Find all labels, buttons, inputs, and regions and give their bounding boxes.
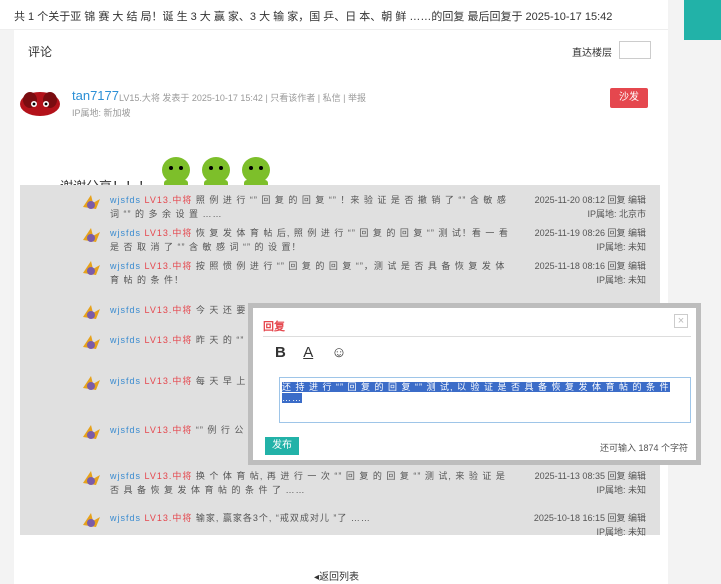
- reply-level: LV13.中将: [144, 228, 193, 238]
- reply-level: LV13.中将: [144, 425, 193, 435]
- reply-ip: IP属地: 未知: [596, 527, 646, 537]
- side-accent-block: [684, 0, 721, 40]
- reply-level: LV13.中将: [144, 305, 193, 315]
- reply-body: wjsfds LV13.中将 照 例 进 行 “” 回 复 的 回 复 “” ！…: [110, 193, 510, 223]
- dialog-divider: [263, 336, 691, 337]
- remaining-chars: 还可输入 1874 个字符: [599, 443, 688, 453]
- reply-body: wjsfds LV13.中将 恢 复 发 体 育 帖 后, 照 例 进 行 “”…: [110, 226, 510, 256]
- reply-username[interactable]: wjsfds: [110, 305, 141, 315]
- reply-body: wjsfds LV13.中将 换 个 体 育 帖, 再 进 行 一 次 “” 回…: [110, 469, 510, 499]
- reply-time: 2025-11-20 08:12: [534, 195, 605, 205]
- emoji-icon[interactable]: ☺: [331, 344, 346, 361]
- reply-actions[interactable]: 回复 编辑: [607, 195, 646, 205]
- reply-body: wjsfds LV13.中将 按 照 惯 例 进 行 “” 回 复 的 回 复 …: [110, 259, 510, 289]
- comment-title: 评论: [28, 45, 53, 59]
- reply-username[interactable]: wjsfds: [110, 425, 141, 435]
- thread-summary: 共 1 个关于亚 锦 赛 大 结 局！诞 生 3 大 赢 家、3 大 输 家，国…: [0, 0, 668, 30]
- reply-meta: 2025-11-19 08:26 回复 编辑 IP属地: 未知: [535, 226, 646, 254]
- reply-avatar[interactable]: [80, 226, 102, 246]
- post-links[interactable]: | 只看该作者 | 私信 | 举报: [265, 93, 366, 103]
- reply-level: LV13.中将: [144, 195, 193, 205]
- reply-text: 输家, 赢家各3个, “戒双成对儿 ”了 ……: [195, 513, 371, 523]
- underline-button[interactable]: A: [303, 344, 313, 361]
- jump-floor-input[interactable]: [619, 41, 651, 59]
- reply-text: 还 持 进 行 “” 回 复 的 回 复 “” 测 试, 以 验 证 是 否 具…: [282, 382, 670, 403]
- reply-row: wjsfds LV13.中将 恢 复 发 体 育 帖 后, 照 例 进 行 “”…: [20, 224, 660, 256]
- back-to-list-link[interactable]: ◂返回列表: [314, 568, 359, 583]
- reply-actions[interactable]: 回复 编辑: [607, 261, 646, 271]
- reply-avatar[interactable]: [80, 333, 102, 353]
- post-meta: LV15.大将 发表于 2025-10-17 15:42 | 只看该作者 | 私…: [119, 91, 366, 104]
- jump-floor-label: 直达楼层: [572, 48, 612, 59]
- reply-row: wjsfds LV13.中将 按 照 惯 例 进 行 “” 回 复 的 回 复 …: [20, 257, 660, 289]
- reply-level: LV13.中将: [144, 513, 193, 523]
- reply-level: LV13.中将: [144, 471, 193, 481]
- reply-level: LV13.中将: [144, 335, 193, 345]
- reply-username[interactable]: wjsfds: [110, 195, 141, 205]
- reply-meta: 2025-10-18 16:15 回复 编辑 IP属地: 未知: [534, 511, 646, 539]
- close-icon[interactable]: ×: [674, 314, 688, 328]
- reply-avatar[interactable]: [80, 511, 102, 531]
- reply-level: LV13.中将: [144, 376, 193, 386]
- reply-username[interactable]: wjsfds: [110, 471, 141, 481]
- sofa-badge: 沙发: [610, 88, 648, 108]
- reply-ip: IP属地: 未知: [596, 485, 646, 495]
- reply-avatar[interactable]: [80, 193, 102, 213]
- dialog-title: 回复: [263, 321, 285, 333]
- reply-row: wjsfds LV13.中将 换 个 体 育 帖, 再 进 行 一 次 “” 回…: [20, 467, 660, 499]
- reply-avatar[interactable]: [80, 423, 102, 443]
- reply-time: 2025-11-13 08:35: [534, 471, 605, 481]
- reply-avatar[interactable]: [80, 303, 102, 323]
- reply-actions[interactable]: 回复 编辑: [607, 228, 646, 238]
- reply-username[interactable]: wjsfds: [110, 513, 141, 523]
- reply-username[interactable]: wjsfds: [110, 335, 141, 345]
- reply-row: wjsfds LV13.中将 照 例 进 行 “” 回 复 的 回 复 “” ！…: [20, 191, 660, 223]
- reply-ip: IP属地: 未知: [596, 242, 646, 252]
- reply-avatar[interactable]: [80, 259, 102, 279]
- reply-time: 2025-11-18 08:16: [534, 261, 605, 271]
- reply-body: wjsfds LV13.中将 输家, 赢家各3个, “戒双成对儿 ”了 ……: [110, 511, 510, 541]
- reply-meta: 2025-11-20 08:12 回复 编辑 IP属地: 北京市: [535, 193, 646, 221]
- android-emoji-icon: [162, 157, 270, 188]
- user-avatar[interactable]: [18, 88, 62, 118]
- reply-ip: IP属地: 北京市: [587, 209, 646, 219]
- post-time: 发表于 2025-10-17 15:42: [162, 93, 263, 103]
- reply-username[interactable]: wjsfds: [110, 376, 141, 386]
- comment-header: 评论 直达楼层: [14, 30, 668, 70]
- reply-dialog: 回复 × B A ☺ 还 持 进 行 “” 回 复 的 回 复 “” 测 试, …: [248, 303, 701, 465]
- post-ip: IP属地: 新加坡: [72, 108, 131, 118]
- reply-level: LV13.中将: [144, 261, 193, 271]
- reply-avatar[interactable]: [80, 469, 102, 489]
- reply-meta: 2025-11-13 08:35 回复 编辑 IP属地: 未知: [535, 469, 646, 497]
- reply-actions[interactable]: 回复 编辑: [607, 513, 646, 523]
- post-username[interactable]: tan7177: [72, 88, 119, 103]
- reply-meta: 2025-11-18 08:16 回复 编辑 IP属地: 未知: [535, 259, 646, 287]
- bold-button[interactable]: B: [275, 344, 286, 361]
- reply-ip: IP属地: 未知: [596, 275, 646, 285]
- editor-toolbar: B A ☺: [275, 344, 361, 361]
- reply-username[interactable]: wjsfds: [110, 228, 141, 238]
- reply-time: 2025-11-19 08:26: [534, 228, 605, 238]
- reply-avatar[interactable]: [80, 374, 102, 394]
- reply-row: wjsfds LV13.中将 输家, 赢家各3个, “戒双成对儿 ”了 …… 20…: [20, 509, 660, 541]
- reply-username[interactable]: wjsfds: [110, 261, 141, 271]
- reply-textarea[interactable]: 还 持 进 行 “” 回 复 的 回 复 “” 测 试, 以 验 证 是 否 具…: [279, 377, 691, 423]
- publish-button[interactable]: 发布: [265, 437, 299, 455]
- reply-time: 2025-10-18 16:15: [533, 513, 605, 523]
- reply-actions[interactable]: 回复 编辑: [607, 471, 646, 481]
- post-level: LV15.大将: [119, 93, 160, 103]
